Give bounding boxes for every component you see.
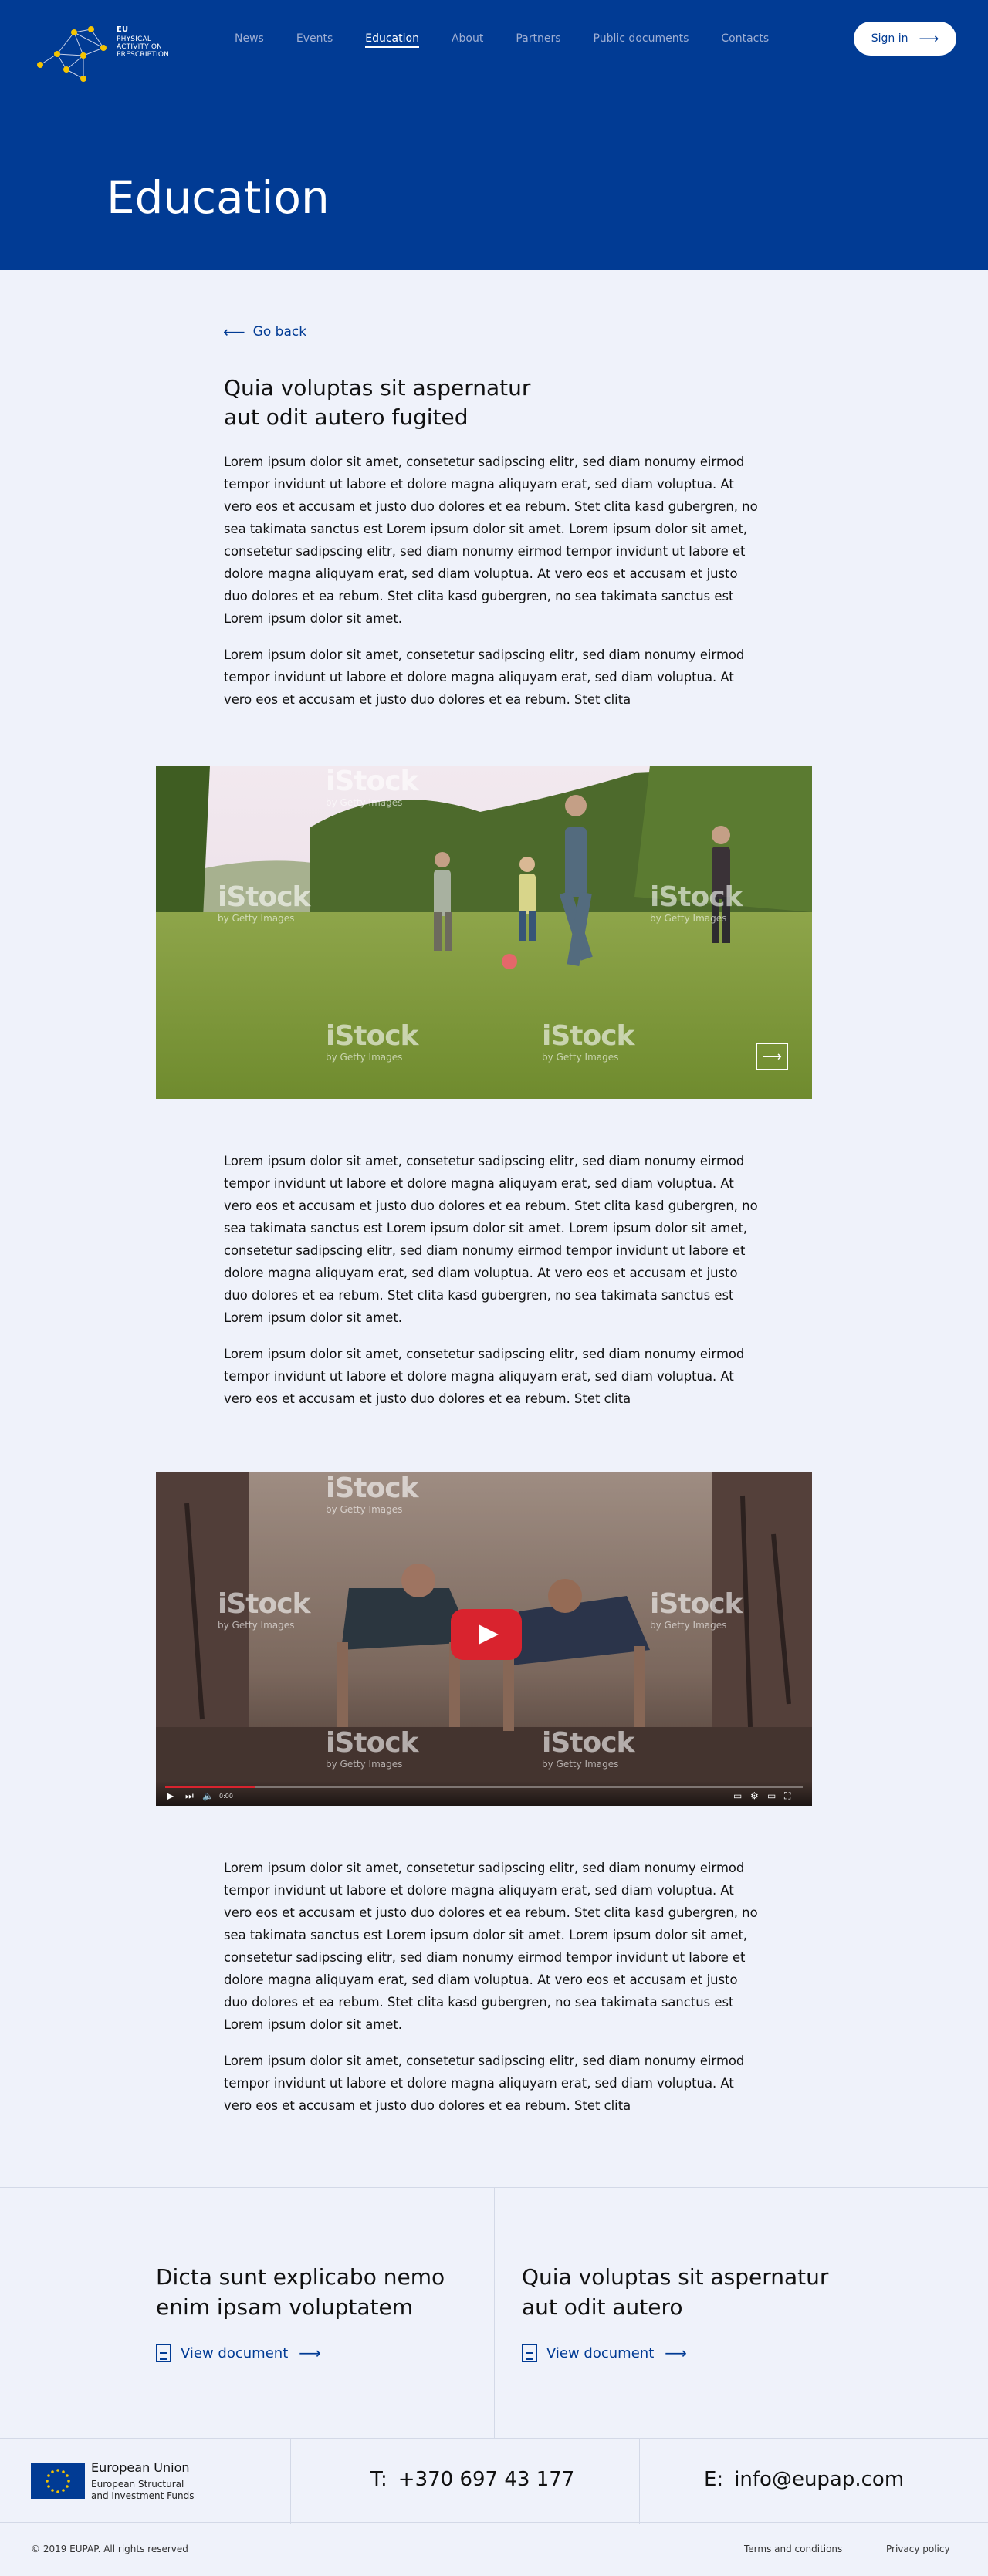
watermark: iStock by Getty Images (326, 1472, 418, 1515)
nav-item-about[interactable]: About (452, 29, 483, 48)
documents-section: Dicta sunt explicabo nemo enim ipsam vol… (0, 2187, 988, 2439)
email-address: info@eupap.com (734, 2468, 905, 2491)
nav-item-news[interactable]: News (235, 29, 264, 48)
sign-in-label: Sign in (871, 32, 908, 45)
view-document-link[interactable]: View document ⟶ (522, 2344, 687, 2362)
watermark-subtitle: by Getty Images (218, 913, 295, 924)
eu-flag-icon (31, 2463, 85, 2499)
watermark-subtitle: by Getty Images (650, 913, 727, 924)
volume-icon[interactable]: 🔈 (202, 1790, 214, 1801)
view-document-label: View document (181, 2344, 289, 2361)
eu-fund-line: and Investment Funds (91, 2490, 195, 2501)
arrow-left-icon: ⟵ (223, 323, 245, 341)
site-header: EU PHYSICAL ACTIVITY ON PRESCRIPTION New… (0, 0, 988, 270)
watermark-subtitle: by Getty Images (542, 1052, 619, 1063)
watermark: iStock by Getty Images (650, 881, 743, 924)
pdf-document-icon (522, 2344, 537, 2362)
privacy-link[interactable]: Privacy policy (886, 2544, 950, 2554)
play-button-icon[interactable] (451, 1609, 522, 1660)
watermark-subtitle: by Getty Images (542, 1759, 619, 1770)
arrow-right-icon: ⟶ (762, 1048, 782, 1065)
logo-text-line: PHYSICAL (117, 35, 152, 43)
divider (494, 2188, 495, 2439)
article-paragraph: Lorem ipsum dolor sit amet, consetetur s… (224, 647, 745, 707)
nav-item-public-documents[interactable]: Public documents (594, 29, 689, 48)
video-player[interactable]: iStock by Getty Images iStock by Getty Ima… (156, 1472, 812, 1806)
watermark: iStock by Getty Images (650, 1588, 743, 1631)
watermark-subtitle: by Getty Images (326, 1052, 403, 1063)
eu-stars-icon (46, 2469, 70, 2493)
article-paragraph: Lorem ipsum dolor sit amet, consetetur s… (224, 1347, 745, 1406)
constellation-logo-icon (37, 26, 107, 82)
watermark: iStock by Getty Images (542, 1020, 634, 1063)
watermark-subtitle: by Getty Images (218, 1620, 295, 1631)
contact-bar: European Union European Structural and I… (0, 2438, 988, 2524)
theater-mode-icon[interactable]: ▭ (767, 1790, 776, 1801)
eu-name: European Union (91, 2460, 190, 2475)
video-controls: ▶ ⏭ 🔈 0:00 ▭ ⚙ ▭ ⛶ (156, 1781, 812, 1806)
watermark-subtitle: by Getty Images (326, 1504, 403, 1515)
nav-item-contacts[interactable]: Contacts (721, 29, 769, 48)
logo-text-line: ACTIVITY ON (117, 43, 163, 51)
play-icon[interactable]: ▶ (167, 1790, 174, 1801)
document-title: Quia voluptas sit aspernatur aut odit au… (522, 2264, 829, 2320)
watermark: iStock by Getty Images (326, 1020, 418, 1063)
view-document-label: View document (546, 2344, 655, 2361)
pdf-document-icon (156, 2344, 171, 2362)
article-paragraph: Lorem ipsum dolor sit amet, consetetur s… (224, 2054, 745, 2113)
main-navigation: News Events Education About Partners Pub… (235, 29, 801, 48)
view-document-link[interactable]: View document ⟶ (156, 2344, 321, 2362)
watermark-subtitle: by Getty Images (650, 1620, 727, 1631)
watermark: iStock by Getty Images (326, 766, 418, 808)
divider (290, 2439, 291, 2524)
skip-next-icon[interactable]: ⏭ (185, 1790, 194, 1802)
page-title: Education (107, 171, 330, 224)
watermark: iStock by Getty Images (218, 1588, 310, 1631)
video-time: 0:00 (219, 1793, 233, 1800)
sign-in-button[interactable]: Sign in ⟶ (854, 22, 956, 56)
site-logo[interactable]: EU PHYSICAL ACTIVITY ON PRESCRIPTION (29, 8, 184, 89)
eu-fund-line: European Structural (91, 2479, 184, 2490)
phone-number: +370 697 43 177 (398, 2468, 575, 2491)
family-football-photo (156, 766, 812, 1099)
arrow-right-icon: ⟶ (919, 30, 939, 47)
article-title: Quia voluptas sit aspernatur aut odit au… (224, 375, 531, 430)
divider (639, 2439, 640, 2524)
phone-label: T: (370, 2468, 387, 2491)
watermark: iStock by Getty Images (542, 1727, 634, 1770)
email-contact[interactable]: E: info@eupap.com (704, 2468, 915, 2491)
video-progress-fill (165, 1786, 255, 1788)
watermark-subtitle: by Getty Images (326, 1759, 403, 1770)
logo-text-eu: EU (117, 25, 129, 34)
email-label: E: (704, 2468, 724, 2491)
nav-item-partners[interactable]: Partners (516, 29, 560, 48)
document-title: Dicta sunt explicabo nemo enim ipsam vol… (156, 2264, 445, 2320)
arrow-right-icon: ⟶ (299, 2344, 321, 2362)
article-paragraph: Lorem ipsum dolor sit amet, consetetur s… (224, 455, 758, 626)
article-paragraph: Lorem ipsum dolor sit amet, consetetur s… (224, 1154, 758, 1325)
watermark-subtitle: by Getty Images (326, 797, 403, 808)
watermark: iStock by Getty Images (218, 881, 310, 924)
arrow-right-icon: ⟶ (665, 2344, 687, 2362)
subtitles-icon[interactable]: ▭ (733, 1790, 742, 1801)
fullscreen-icon[interactable]: ⛶ (784, 1790, 790, 1802)
phone-contact[interactable]: T: +370 697 43 177 (370, 2468, 585, 2491)
logo-text-line: PRESCRIPTION (117, 51, 170, 59)
article-paragraph: Lorem ipsum dolor sit amet, consetetur s… (224, 1861, 758, 2032)
next-image-button[interactable]: ⟶ (756, 1043, 788, 1070)
copyright: © 2019 EUPAP. All rights reserved (31, 2544, 188, 2554)
nav-item-events[interactable]: Events (296, 29, 333, 48)
watermark: iStock by Getty Images (326, 1727, 418, 1770)
go-back-link[interactable]: ⟵ Go back (223, 323, 306, 341)
article-photo: iStock by Getty Images iStock by Getty Ima… (156, 766, 812, 1099)
settings-gear-icon[interactable]: ⚙ (750, 1790, 759, 1801)
nav-item-education[interactable]: Education (365, 29, 419, 48)
terms-link[interactable]: Terms and conditions (744, 2544, 842, 2554)
video-progress-bar[interactable] (165, 1786, 803, 1788)
go-back-label: Go back (252, 324, 307, 340)
